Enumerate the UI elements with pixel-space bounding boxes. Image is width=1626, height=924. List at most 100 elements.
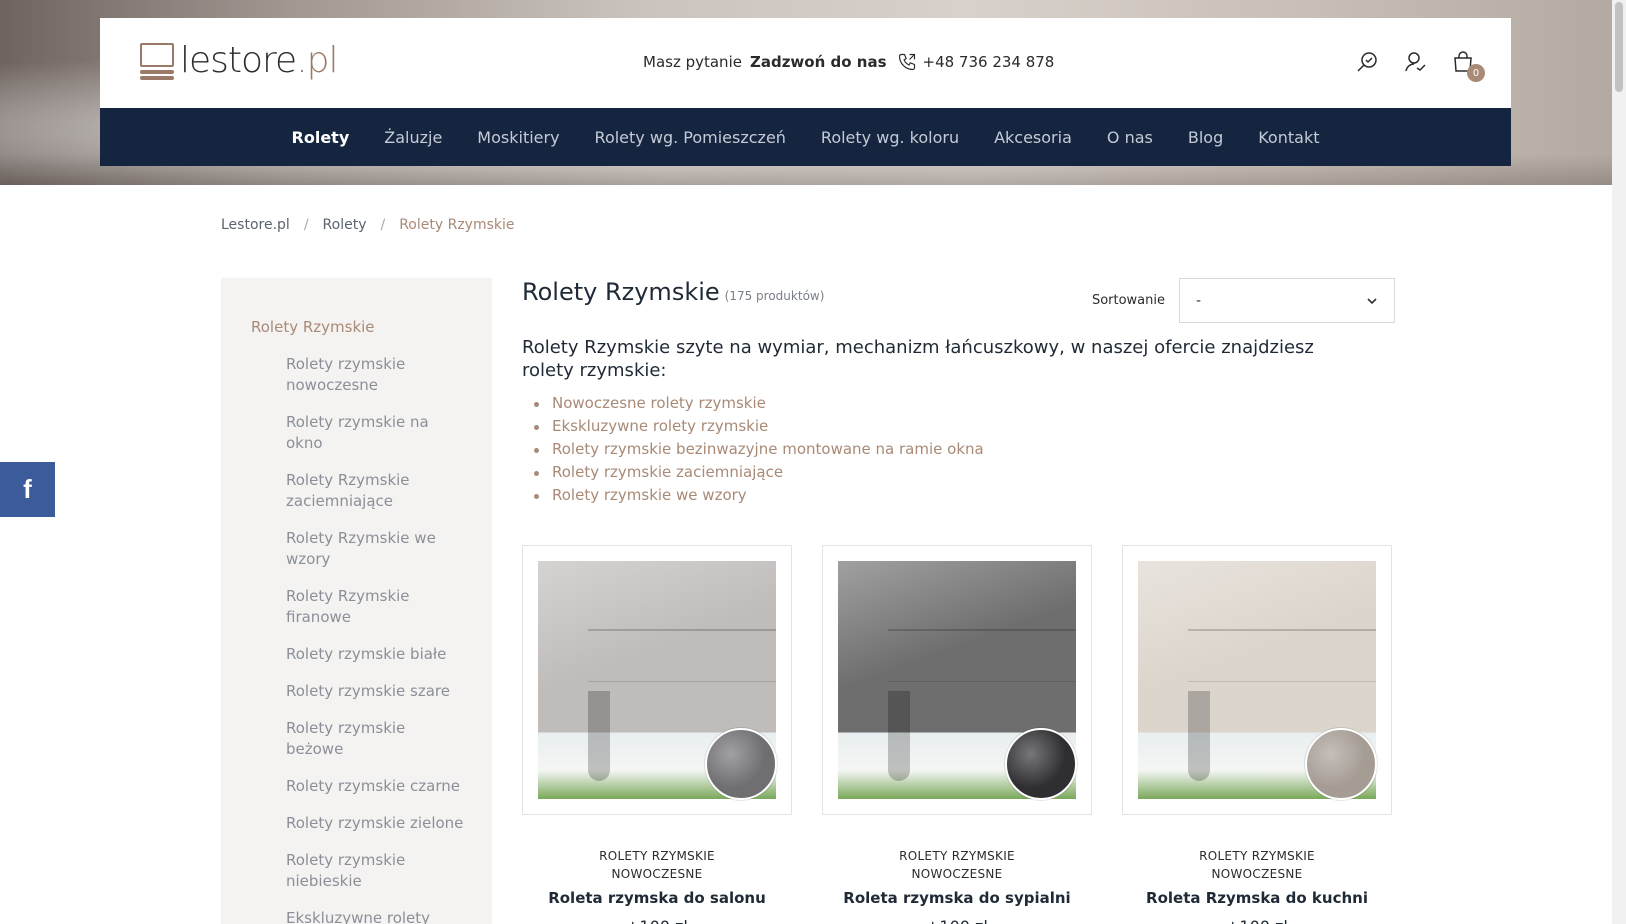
nav-item-6[interactable]: Akcesoria: [994, 128, 1072, 147]
sidebar-item[interactable]: Rolety rzymskie czarne: [286, 776, 466, 797]
sort-value: -: [1196, 292, 1202, 309]
product-name[interactable]: Roleta Rzymska do kuchni: [1122, 889, 1392, 907]
fabric-drape: [1188, 691, 1210, 781]
product-category: ROLETY RZYMSKIE NOWOCZESNE: [822, 847, 1092, 883]
product-card[interactable]: ROLETY RZYMSKIE NOWOCZESNE Roleta rzymska …: [822, 545, 1092, 924]
category-sidebar: Rolety Rzymskie Rolety rzymskie nowoczes…: [221, 278, 492, 924]
contact-call: Zadzwoń do nas: [749, 53, 887, 71]
nav-item-5[interactable]: Rolety wg. koloru: [821, 128, 959, 147]
nav-item-9[interactable]: Kontakt: [1258, 128, 1319, 147]
search-button[interactable]: [1355, 50, 1379, 74]
logo-text: lestore.pl: [180, 40, 339, 81]
sort-select[interactable]: -: [1179, 278, 1395, 323]
product-category: ROLETY RZYMSKIE NOWOCZESNE: [522, 847, 792, 883]
sidebar-item[interactable]: Rolety rzymskie szare: [286, 681, 466, 702]
product-count: (175 produktów): [724, 289, 825, 303]
sidebar-item[interactable]: Rolety rzymskie zielone: [286, 813, 466, 834]
fabric-drape: [588, 691, 610, 781]
logo-icon: [140, 41, 174, 81]
fabric-swatch: [1005, 728, 1077, 800]
sidebar-item[interactable]: Rolety rzymskie niebieskie: [286, 850, 466, 892]
fabric-fold: [1188, 629, 1376, 631]
product-image[interactable]: [522, 545, 792, 815]
product-category-line: ROLETY RZYMSKIE: [599, 849, 715, 863]
product-category-line: NOWOCZESNE: [1211, 867, 1303, 881]
contact-phone[interactable]: +48 736 234 878: [923, 53, 1055, 71]
product-price: +100 zł: [822, 917, 1092, 924]
product-name[interactable]: Roleta rzymska do sypialni: [822, 889, 1092, 907]
header-icons: 0: [1355, 50, 1485, 82]
breadcrumb-item-rolety[interactable]: Rolety: [323, 217, 367, 233]
nav-item-1[interactable]: Rolety: [292, 128, 350, 147]
facebook-icon: f: [23, 474, 32, 504]
fabric-swatch: [705, 728, 777, 800]
product-price: +100 zł: [522, 917, 792, 924]
facebook-button[interactable]: f: [0, 462, 55, 517]
sort-label: Sortowanie: [1091, 293, 1165, 308]
breadcrumb: Lestore.pl / Rolety / Rolety Rzymskie: [221, 217, 515, 233]
sidebar-list: Rolety rzymskie nowoczesne Rolety rzymski…: [251, 354, 492, 924]
breadcrumb-separator: /: [303, 217, 309, 233]
fabric-fold: [1188, 681, 1376, 682]
product-category-line: ROLETY RZYMSKIE: [899, 849, 1015, 863]
search-icon: [1357, 52, 1377, 72]
category-link[interactable]: Rolety rzymskie zaciemniające: [522, 461, 1395, 484]
nav-item-2[interactable]: Żaluzje: [384, 128, 442, 147]
page-title: Rolety Rzymskie: [522, 278, 720, 306]
category-link[interactable]: Rolety rzymskie bezinwazyjne montowane n…: [522, 438, 1395, 461]
category-links: Nowoczesne rolety rzymskie Ekskluzywne ro…: [522, 392, 1395, 507]
chevron-down-icon: [1367, 297, 1377, 304]
product-price: +100 zł: [1122, 917, 1392, 924]
category-description: Rolety Rzymskie szyte na wymiar, mechani…: [522, 337, 1314, 381]
sidebar-item[interactable]: Ekskluzywne rolety rzymskie: [286, 908, 466, 924]
sidebar-item[interactable]: Rolety rzymskie nowoczesne: [286, 354, 466, 396]
product-category-line: NOWOCZESNE: [611, 867, 703, 881]
product-category-line: NOWOCZESNE: [911, 867, 1003, 881]
product-image[interactable]: [822, 545, 1092, 815]
fabric-swatch: [1305, 728, 1377, 800]
product-category-line: ROLETY RZYMSKIE: [1199, 849, 1315, 863]
fabric-fold: [588, 629, 776, 631]
sort-control: Sortowanie -: [1092, 278, 1395, 323]
sidebar-item[interactable]: Rolety rzymskie beżowe: [286, 718, 466, 760]
fabric-fold: [888, 681, 1076, 682]
fabric-fold: [588, 681, 776, 682]
sidebar-category-title[interactable]: Rolety Rzymskie: [251, 318, 492, 336]
sidebar-item[interactable]: Rolety rzymskie na okno: [286, 412, 466, 454]
product-category: ROLETY RZYMSKIE NOWOCZESNE: [1122, 847, 1392, 883]
nav-item-4[interactable]: Rolety wg. Pomieszczeń: [595, 128, 786, 147]
product-grid: ROLETY RZYMSKIE NOWOCZESNE Roleta rzymska …: [522, 545, 1392, 924]
breadcrumb-item-home[interactable]: Lestore.pl: [221, 217, 290, 233]
product-card[interactable]: ROLETY RZYMSKIE NOWOCZESNE Roleta Rzymska …: [1122, 545, 1392, 924]
scrollbar-thumb[interactable]: [1615, 2, 1623, 92]
contact-info: Masz pytanie Zadzwoń do nas +48 736 234 …: [643, 52, 1054, 72]
logo[interactable]: lestore.pl: [140, 40, 339, 81]
cart-button[interactable]: 0: [1451, 50, 1485, 82]
sidebar-item[interactable]: Rolety Rzymskie we wzory: [286, 528, 466, 570]
category-link[interactable]: Rolety rzymskie we wzory: [522, 484, 1395, 507]
fabric-fold: [888, 629, 1076, 631]
product-name[interactable]: Roleta rzymska do salonu: [522, 889, 792, 907]
category-link[interactable]: Ekskluzywne rolety rzymskie: [522, 415, 1395, 438]
nav-item-8[interactable]: Blog: [1188, 128, 1223, 147]
fabric-drape: [888, 691, 910, 781]
user-icon: [1405, 52, 1426, 72]
sidebar-item[interactable]: Rolety Rzymskie zaciemniające: [286, 470, 466, 512]
product-card[interactable]: ROLETY RZYMSKIE NOWOCZESNE Roleta rzymska …: [522, 545, 792, 924]
contact-question: Masz pytanie: [643, 53, 742, 71]
cart-count-badge: 0: [1467, 64, 1485, 82]
sidebar-item[interactable]: Rolety Rzymskie firanowe: [286, 586, 466, 628]
phone-icon: [898, 53, 915, 71]
breadcrumb-item-current: Rolety Rzymskie: [399, 217, 515, 233]
scrollbar[interactable]: [1612, 0, 1626, 924]
category-link[interactable]: Nowoczesne rolety rzymskie: [522, 392, 1395, 415]
sidebar-item[interactable]: Rolety rzymskie białe: [286, 644, 466, 665]
main-navigation: Rolety Żaluzje Moskitiery Rolety wg. Pomies…: [100, 108, 1511, 166]
nav-item-3[interactable]: Moskitiery: [477, 128, 559, 147]
nav-item-7[interactable]: O nas: [1107, 128, 1153, 147]
main-content: Rolety Rzymskie (175 produktów) Sortowan…: [522, 278, 1395, 924]
site-header: lestore.pl Masz pytanie Zadzwoń do nas +…: [100, 18, 1511, 108]
breadcrumb-separator: /: [380, 217, 386, 233]
product-image[interactable]: [1122, 545, 1392, 815]
account-button[interactable]: [1403, 50, 1427, 74]
